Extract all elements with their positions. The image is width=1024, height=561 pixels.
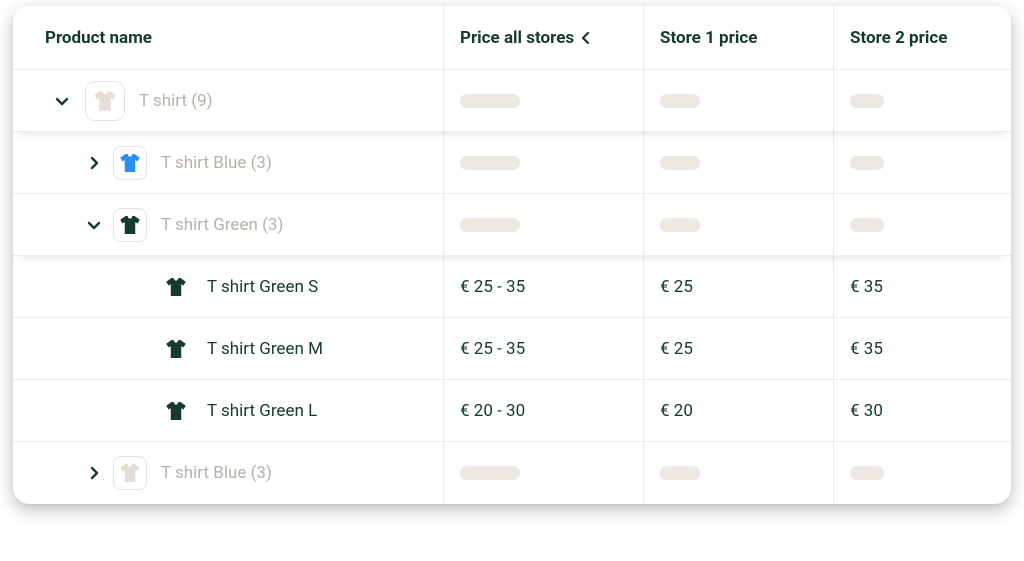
table-row: T shirt Blue (3) [13,442,1011,504]
price-value: € 20 - 30 [460,401,525,421]
placeholder-pill [460,466,520,480]
price-value: € 25 [660,339,693,359]
cell-store1 [643,132,833,193]
cell-product-name: T shirt Blue (3) [13,456,443,490]
cell-priceAll [443,442,643,504]
col-header-label: Store 2 price [850,28,947,48]
price-value: € 30 [850,401,883,421]
tshirt-icon [159,270,193,304]
table-row: T shirt Green L € 20 - 30 € 20 € 30 [13,380,1011,442]
chevron-right-icon[interactable] [85,464,103,482]
placeholder-pill [460,94,520,108]
chevron-right-icon[interactable] [85,154,103,172]
tshirt-icon [113,456,147,490]
price-value: € 25 - 35 [460,339,525,359]
cell-product-name: T shirt Green S [13,270,443,304]
cell-store2 [833,194,1011,255]
col-header-label: Product name [45,28,152,48]
cell-store1 [643,442,833,504]
product-label: T shirt Green M [207,339,323,359]
price-value: € 25 - 35 [460,277,525,297]
tshirt-icon [159,332,193,366]
placeholder-pill [850,466,884,480]
cell-store1 [643,70,833,131]
col-header-label: Price all stores [460,28,574,48]
placeholder-pill [460,218,520,232]
price-value: € 25 [660,277,693,297]
table-row: T shirt Green S € 25 - 35 € 25 € 35 [13,256,1011,318]
cell-store2 [833,442,1011,504]
cell-product-name: T shirt Green L [13,394,443,428]
table-row: T shirt Green M € 25 - 35 € 25 € 35 [13,318,1011,380]
cell-store1: € 25 [643,318,833,379]
price-value: € 35 [850,339,883,359]
placeholder-pill [850,156,884,170]
placeholder-pill [660,156,700,170]
col-header-label: Store 1 price [660,28,757,48]
placeholder-pill [460,156,520,170]
table-header-row: Product name Price all stores Store 1 pr… [13,6,1011,70]
chevron-down-icon[interactable] [85,216,103,234]
cell-product-name: T shirt Blue (3) [13,146,443,180]
placeholder-pill [660,466,700,480]
cell-store1: € 25 [643,256,833,317]
col-header-store1[interactable]: Store 1 price [643,6,833,69]
tshirt-icon [113,146,147,180]
cell-store2 [833,132,1011,193]
product-label: T shirt (9) [139,91,213,111]
tshirt-icon [113,208,147,242]
product-label: T shirt Blue (3) [161,463,272,483]
cell-priceAll: € 20 - 30 [443,380,643,441]
product-label: T shirt Green (3) [161,215,283,235]
cell-product-name: T shirt Green M [13,332,443,366]
table-row: T shirt Green (3) [13,194,1011,256]
col-header-store2[interactable]: Store 2 price [833,6,1011,69]
placeholder-pill [660,94,700,108]
price-value: € 20 [660,401,693,421]
cell-product-name: T shirt (9) [13,81,443,121]
cell-store2: € 35 [833,318,1011,379]
cell-store2: € 35 [833,256,1011,317]
tshirt-icon [159,394,193,428]
placeholder-pill [660,218,700,232]
cell-priceAll: € 25 - 35 [443,256,643,317]
chevron-down-icon[interactable] [53,92,71,110]
cell-priceAll [443,132,643,193]
placeholder-pill [850,94,884,108]
cell-priceAll [443,194,643,255]
table-row: T shirt Blue (3) [13,132,1011,194]
product-price-table: Product name Price all stores Store 1 pr… [13,6,1011,504]
product-label: T shirt Green L [207,401,317,421]
cell-store2: € 30 [833,380,1011,441]
col-header-product-name[interactable]: Product name [13,28,443,48]
placeholder-pill [850,218,884,232]
cell-product-name: T shirt Green (3) [13,208,443,242]
product-label: T shirt Green S [207,277,318,297]
table-row: T shirt (9) [13,70,1011,132]
cell-priceAll [443,70,643,131]
cell-priceAll: € 25 - 35 [443,318,643,379]
cell-store2 [833,70,1011,131]
col-header-price-all[interactable]: Price all stores [443,6,643,69]
price-value: € 35 [850,277,883,297]
cell-store1: € 20 [643,380,833,441]
cell-store1 [643,194,833,255]
tshirt-icon [85,81,125,121]
chevron-left-icon [580,31,592,45]
product-label: T shirt Blue (3) [161,153,272,173]
